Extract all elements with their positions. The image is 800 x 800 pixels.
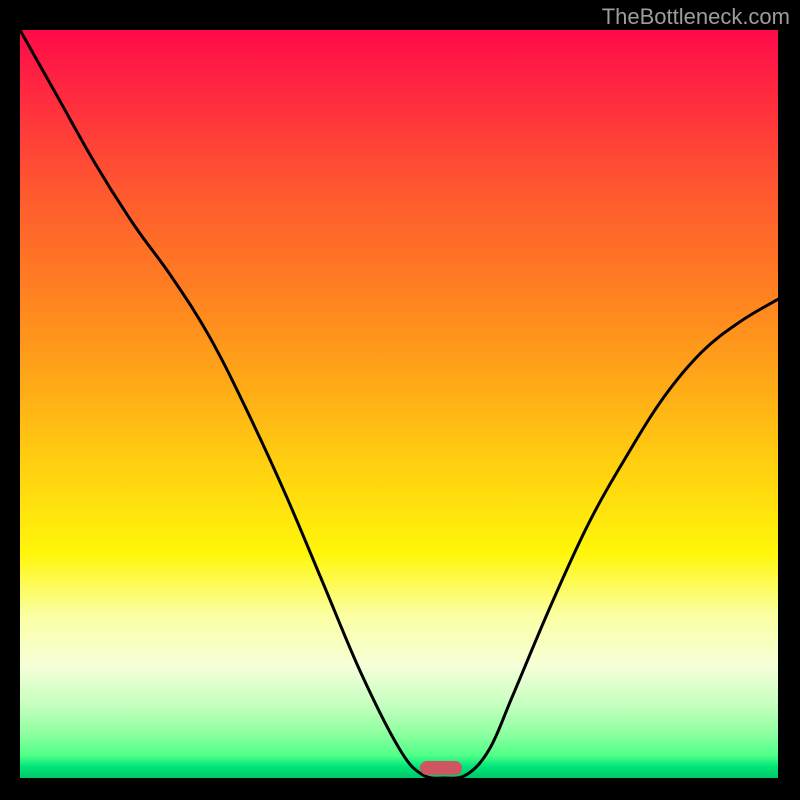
watermark-text: TheBottleneck.com <box>602 4 790 30</box>
minimum-marker <box>420 761 462 775</box>
curve-path <box>20 30 778 778</box>
chart-frame: TheBottleneck.com <box>0 0 800 800</box>
chart-curve <box>20 30 778 778</box>
plot-area <box>20 30 778 778</box>
